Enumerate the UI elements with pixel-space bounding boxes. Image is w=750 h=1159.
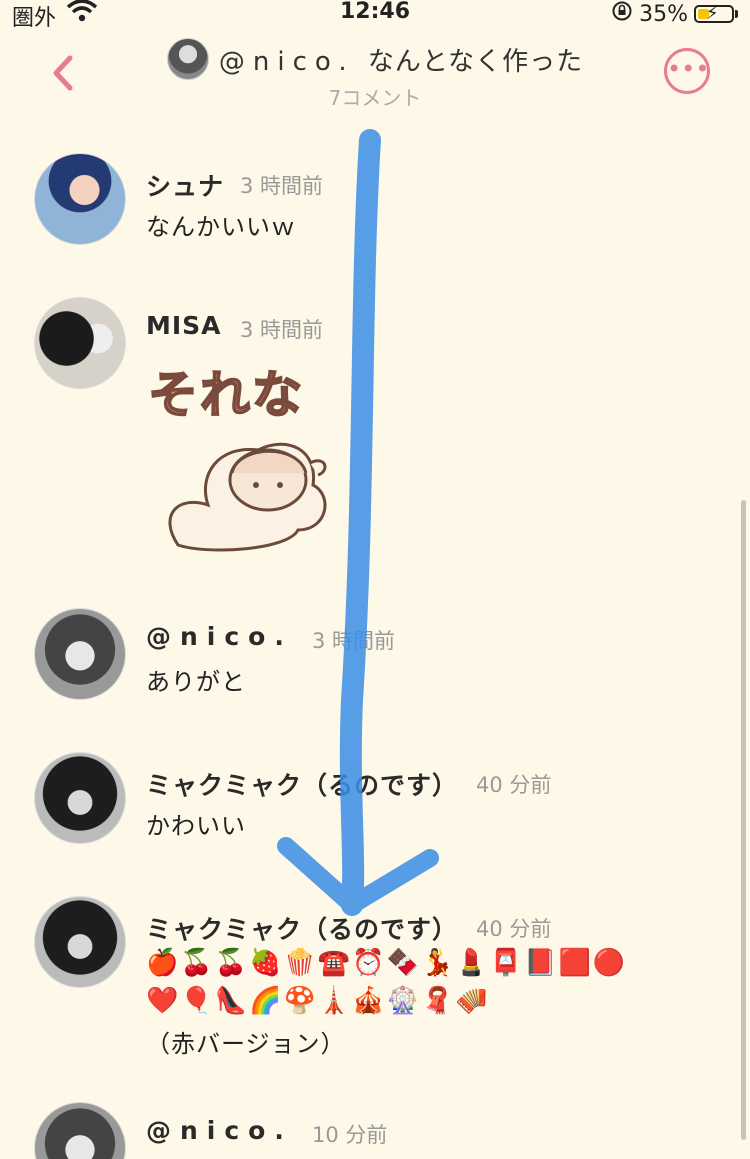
comment-author[interactable]: ミャクミャク（るのです） bbox=[146, 910, 458, 946]
comment-time: 3 時間前 bbox=[312, 629, 396, 653]
battery-percent: 35% bbox=[639, 1, 688, 27]
comments-header: @nico. なんとなく作った 7コメント ••• bbox=[0, 30, 750, 120]
page-title: @nico. なんとなく作った bbox=[219, 41, 583, 78]
avatar[interactable] bbox=[34, 153, 126, 245]
comment-count: 7コメント bbox=[328, 86, 422, 110]
comment-text: ありがと bbox=[146, 668, 246, 696]
comment-time: 3 時間前 bbox=[240, 174, 324, 198]
comment-item: ミャクミャク（るのです） 40 分前 かわいい bbox=[0, 752, 750, 852]
comment-text: （赤バージョン） bbox=[146, 1030, 346, 1058]
comment-time: 3 時間前 bbox=[240, 318, 324, 342]
battery-icon: ⚡ bbox=[694, 3, 734, 24]
comment-text: かわいい bbox=[146, 812, 246, 840]
ellipsis-icon: ••• bbox=[667, 55, 710, 83]
avatar[interactable] bbox=[34, 896, 126, 988]
status-bar: 圏外 12:46 35% ⚡ bbox=[0, 0, 750, 31]
comment-author[interactable]: シュナ bbox=[146, 167, 224, 203]
comment-emoji-line: 🍎🍒🍒🍓🍿☎️⏰🍫💃💄📮📕🟥🔴 bbox=[146, 948, 628, 978]
scrollbar[interactable] bbox=[741, 500, 746, 1140]
post-title: なんとなく作った bbox=[367, 46, 584, 77]
comment-item: @nico. 10 分前 bbox=[0, 1102, 750, 1159]
comment-time: 40 分前 bbox=[476, 773, 552, 797]
header-user[interactable]: @nico. bbox=[219, 47, 355, 77]
avatar[interactable] bbox=[34, 1102, 126, 1159]
avatar[interactable] bbox=[166, 38, 209, 80]
sticker-image: それな bbox=[147, 355, 348, 555]
header-title-row: @nico. なんとなく作った bbox=[0, 38, 750, 80]
battery-tip bbox=[735, 10, 738, 18]
rotation-lock-icon bbox=[611, 0, 633, 28]
comment-item: シュナ 3 時間前 なんかいいｗ bbox=[0, 153, 750, 253]
comment-time: 40 分前 bbox=[476, 917, 552, 941]
more-options-button[interactable]: ••• bbox=[664, 48, 710, 94]
avatar[interactable] bbox=[34, 297, 126, 389]
sticker-character bbox=[168, 442, 327, 552]
comment-item: ミャクミャク（るのです） 40 分前 🍎🍒🍒🍓🍿☎️⏰🍫💃💄📮📕🟥🔴 ❤️🎈👠🌈… bbox=[0, 896, 750, 1066]
comment-text: なんかいいｗ bbox=[146, 213, 296, 241]
status-right: 35% ⚡ bbox=[611, 0, 738, 28]
avatar[interactable] bbox=[34, 752, 126, 844]
avatar[interactable] bbox=[34, 608, 126, 700]
comment-author[interactable]: @nico. bbox=[146, 1116, 293, 1145]
comment-author[interactable]: ミャクミャク（るのです） bbox=[146, 766, 458, 802]
comment-author[interactable]: MISA bbox=[146, 311, 222, 340]
comment-item: MISA 3 時間前 それな bbox=[0, 297, 750, 567]
comment-time: 10 分前 bbox=[312, 1123, 388, 1147]
comment-emoji-line: ❤️🎈👠🌈🍄🗼🎪🎡🧣🪗 bbox=[146, 986, 490, 1016]
comment-item: @nico. 3 時間前 ありがと bbox=[0, 608, 750, 708]
comment-author[interactable]: @nico. bbox=[146, 622, 293, 651]
